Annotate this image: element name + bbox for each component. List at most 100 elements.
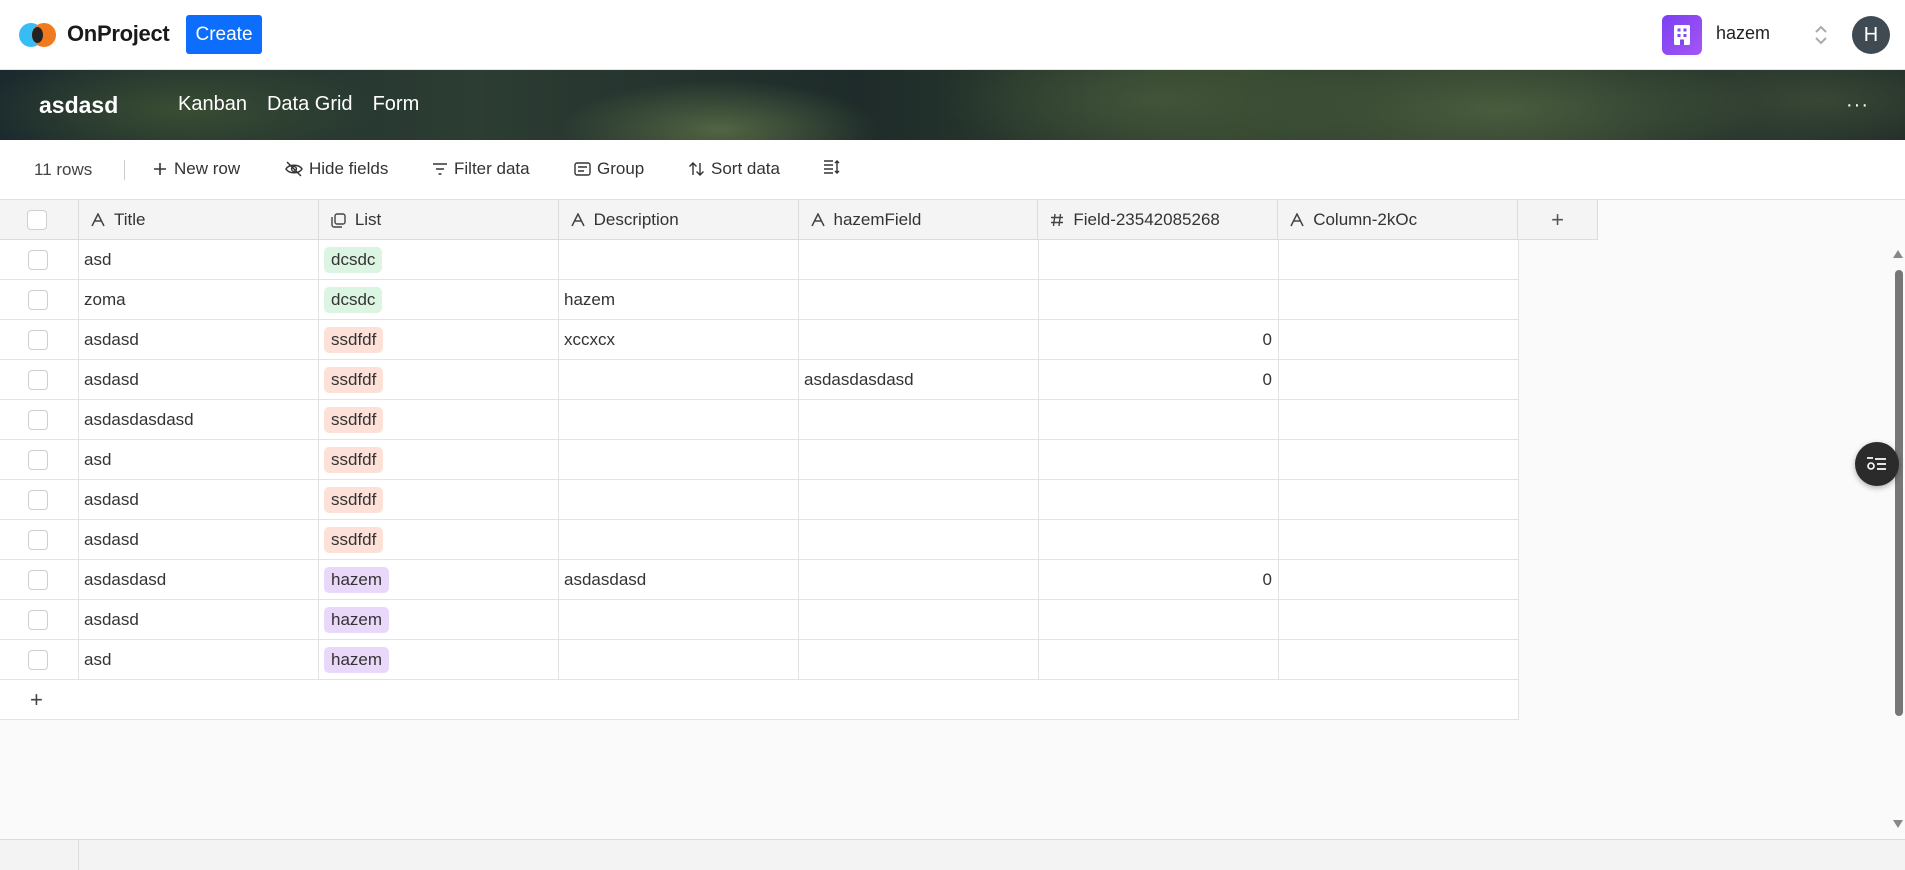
cell-column[interactable] [1279,240,1519,280]
add-row-button[interactable]: + [0,680,1519,720]
table-row[interactable]: asdasd ssdfdf xccxcx 0 [0,320,1519,360]
tab-data-grid[interactable]: Data Grid [267,93,353,116]
cell-hazemfield[interactable] [799,560,1039,600]
cell-title[interactable]: asdasd [79,360,319,400]
table-row[interactable]: asd hazem [0,640,1519,680]
cell-hazemfield[interactable] [799,480,1039,520]
tab-kanban[interactable]: Kanban [178,93,247,116]
new-row-button[interactable]: New row [152,159,240,179]
cell-list[interactable]: dcsdc [319,280,559,320]
cell-title[interactable]: asd [79,640,319,680]
field-settings-button[interactable] [1855,442,1899,486]
create-button[interactable]: Create [186,15,262,54]
cell-hazemfield[interactable] [799,520,1039,560]
row-checkbox[interactable] [28,610,48,630]
column-header-title[interactable]: Title [79,200,319,240]
cell-field[interactable]: 0 [1039,360,1279,400]
row-height-button[interactable] [823,159,841,175]
cell-title[interactable]: zoma [79,280,319,320]
cell-column[interactable] [1279,360,1519,400]
cell-title[interactable]: asd [79,440,319,480]
cell-column[interactable] [1279,480,1519,520]
cell-hazemfield[interactable] [799,400,1039,440]
table-row[interactable]: asdasdasd hazem asdasdasd 0 [0,560,1519,600]
column-header-description[interactable]: Description [559,200,799,240]
cell-list[interactable]: ssdfdf [319,320,559,360]
scroll-down-icon[interactable] [1893,820,1903,828]
cell-list[interactable]: hazem [319,560,559,600]
cell-hazemfield[interactable] [799,320,1039,360]
table-row[interactable]: asd dcsdc [0,240,1519,280]
table-row[interactable]: asd ssdfdf [0,440,1519,480]
cell-title[interactable]: asdasd [79,520,319,560]
table-row[interactable]: zoma dcsdc hazem [0,280,1519,320]
column-header-hazemfield[interactable]: hazemField [799,200,1039,240]
cell-description[interactable]: asdasdasd [559,560,799,600]
cell-description[interactable] [559,480,799,520]
cell-field[interactable]: 0 [1039,560,1279,600]
cell-hazemfield[interactable] [799,240,1039,280]
cell-list[interactable]: dcsdc [319,240,559,280]
building-icon[interactable] [1662,15,1702,55]
cell-hazemfield[interactable]: asdasdasdasd [799,360,1039,400]
hide-fields-button[interactable]: Hide fields [285,159,388,179]
column-header-field[interactable]: Field-23542085268 [1038,200,1279,240]
cell-title[interactable]: asd [79,240,319,280]
row-checkbox[interactable] [28,450,48,470]
workspace-switch-icon[interactable] [1812,22,1830,48]
workspace-name[interactable]: hazem [1716,23,1770,44]
scroll-up-icon[interactable] [1893,250,1903,258]
group-button[interactable]: Group [574,159,644,179]
cell-field[interactable] [1039,640,1279,680]
row-checkbox[interactable] [28,410,48,430]
cell-hazemfield[interactable] [799,440,1039,480]
cell-field[interactable]: 0 [1039,320,1279,360]
cell-field[interactable] [1039,280,1279,320]
select-all-checkbox[interactable] [27,210,47,230]
cell-hazemfield[interactable] [799,600,1039,640]
column-header-column[interactable]: Column-2kOc [1278,200,1519,240]
cell-field[interactable] [1039,600,1279,640]
table-row[interactable]: asdasd ssdfdf [0,480,1519,520]
table-row[interactable]: asdasd ssdfdf asdasdasdasd 0 [0,360,1519,400]
cell-hazemfield[interactable] [799,280,1039,320]
cell-field[interactable] [1039,400,1279,440]
cell-title[interactable]: asdasd [79,600,319,640]
more-icon[interactable]: ··· [1846,94,1869,117]
cell-description[interactable] [559,360,799,400]
app-logo[interactable]: OnProject [19,20,170,48]
cell-field[interactable] [1039,520,1279,560]
row-checkbox[interactable] [28,290,48,310]
cell-list[interactable]: hazem [319,600,559,640]
cell-description[interactable] [559,520,799,560]
cell-list[interactable]: hazem [319,640,559,680]
cell-title[interactable]: asdasd [79,480,319,520]
cell-description[interactable]: hazem [559,280,799,320]
cell-field[interactable] [1039,440,1279,480]
scrollbar-thumb[interactable] [1895,270,1903,716]
cell-column[interactable] [1279,400,1519,440]
row-checkbox[interactable] [28,370,48,390]
cell-description[interactable] [559,600,799,640]
row-checkbox[interactable] [28,490,48,510]
cell-list[interactable]: ssdfdf [319,360,559,400]
row-checkbox[interactable] [28,250,48,270]
cell-description[interactable] [559,440,799,480]
cell-description[interactable] [559,240,799,280]
tab-form[interactable]: Form [373,93,420,116]
table-row[interactable]: asdasd hazem [0,600,1519,640]
cell-title[interactable]: asdasdasdasd [79,400,319,440]
cell-description[interactable] [559,640,799,680]
cell-column[interactable] [1279,640,1519,680]
cell-field[interactable] [1039,480,1279,520]
cell-column[interactable] [1279,600,1519,640]
add-column-button[interactable]: + [1518,200,1598,240]
user-avatar[interactable]: H [1852,16,1890,54]
cell-column[interactable] [1279,320,1519,360]
row-checkbox[interactable] [28,530,48,550]
table-row[interactable]: asdasdasdasd ssdfdf [0,400,1519,440]
cell-list[interactable]: ssdfdf [319,440,559,480]
cell-list[interactable]: ssdfdf [319,520,559,560]
column-header-list[interactable]: List [319,200,559,240]
cell-column[interactable] [1279,440,1519,480]
